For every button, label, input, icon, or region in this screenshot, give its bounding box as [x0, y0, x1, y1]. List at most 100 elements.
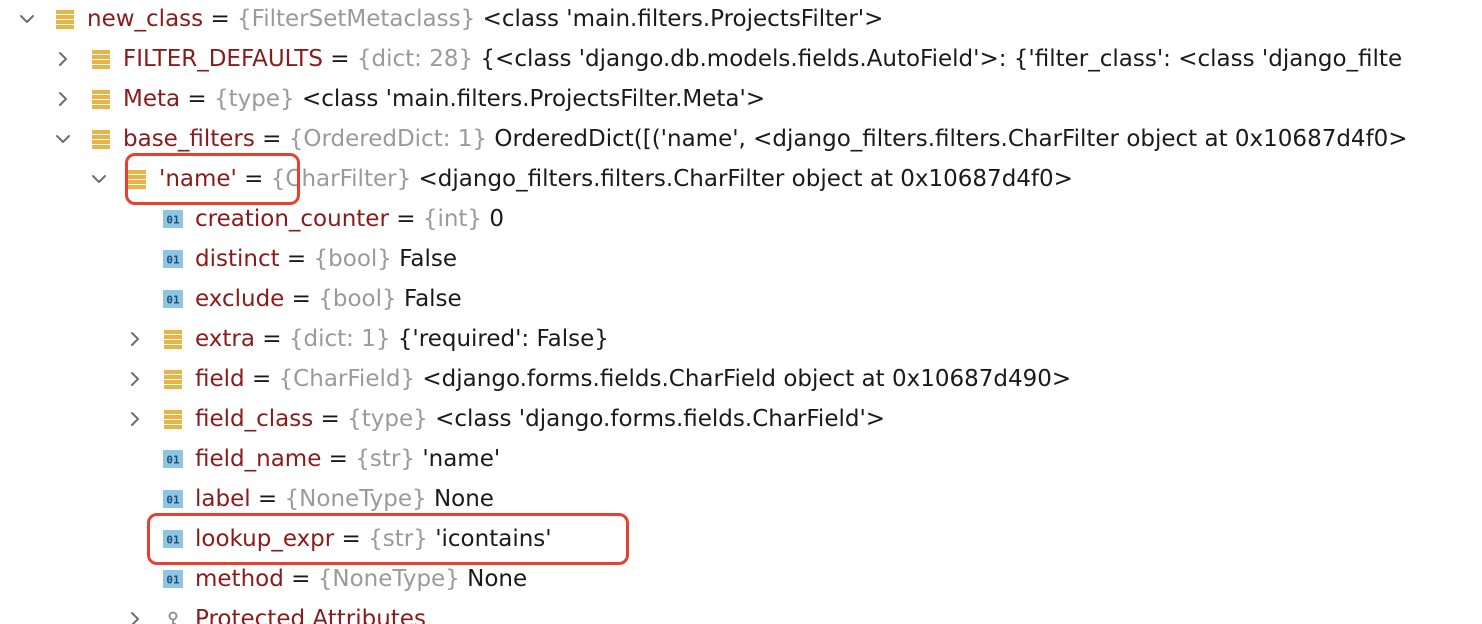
variable-name: new_class [87, 6, 204, 32]
equals-sign: = [180, 86, 215, 112]
variable-type: {str} [368, 526, 428, 552]
variable-type: {type} [214, 86, 295, 112]
primitive-icon: 01 [163, 290, 183, 308]
equals-sign: = [388, 206, 423, 232]
tree-row-text: extra = {dict: 1} {'required': False} [195, 324, 609, 354]
variable-name: creation_counter [195, 206, 389, 232]
svg-text:01: 01 [166, 534, 180, 547]
equals-sign: = [254, 126, 289, 152]
tree-row-distinct[interactable]: 01 distinct = {bool} False [0, 240, 1482, 280]
variable-value: False [399, 246, 457, 272]
tree-row-creation-counter[interactable]: 01 creation_counter = {int} 0 [0, 200, 1482, 240]
variable-value: 'icontains' [435, 526, 552, 552]
variable-type: {bool} [318, 286, 397, 312]
chevron-right-icon[interactable] [126, 330, 144, 348]
variable-value: <class 'main.filters.ProjectsFilter.Meta… [301, 86, 766, 112]
equals-sign: = [284, 286, 319, 312]
chevron-down-icon[interactable] [18, 10, 36, 28]
svg-text:01: 01 [166, 294, 180, 307]
tree-row-text: exclude = {bool} False [195, 284, 462, 314]
tree-row-extra[interactable]: extra = {dict: 1} {'required': False} [0, 320, 1482, 360]
tree-row-meta[interactable]: Meta = {type} <class 'main.filters.Proje… [0, 80, 1482, 120]
variable-name: 'name' [159, 166, 237, 192]
tree-row-text: field = {CharField} <django.forms.fields… [195, 364, 1071, 394]
variable-type: {OrderedDict: 1} [288, 126, 488, 152]
variable-name: lookup_expr [195, 526, 335, 552]
tree-row-protected-attributes[interactable]: Protected Attributes [0, 600, 1482, 624]
tree-row-text: creation_counter = {int} 0 [195, 204, 504, 234]
chevron-right-icon[interactable] [54, 50, 72, 68]
variable-name: base_filters [123, 126, 255, 152]
tree-row-filter-defaults[interactable]: FILTER_DEFAULTS = {dict: 28} {<class 'dj… [0, 40, 1482, 80]
tree-row-method[interactable]: 01 method = {NoneType} None [0, 560, 1482, 600]
tree-row-text: Protected Attributes [195, 604, 426, 624]
tree-row-base-filters[interactable]: base_filters = {OrderedDict: 1} OrderedD… [0, 120, 1482, 160]
tree-row-text: FILTER_DEFAULTS = {dict: 28} {<class 'dj… [123, 44, 1402, 74]
svg-text:01: 01 [166, 494, 180, 507]
equals-sign: = [244, 366, 279, 392]
variable-type: {type} [347, 406, 428, 432]
variable-value: False [403, 286, 462, 312]
variable-value: OrderedDict([('name', <django_filters.fi… [494, 126, 1408, 152]
svg-text:01: 01 [166, 254, 180, 267]
tree-row-exclude[interactable]: 01 exclude = {bool} False [0, 280, 1482, 320]
chevron-right-icon[interactable] [126, 370, 144, 388]
primitive-icon: 01 [163, 250, 183, 268]
variable-name: Meta [123, 86, 181, 112]
svg-text:01: 01 [166, 214, 180, 227]
chevron-right-icon[interactable] [126, 610, 144, 624]
equals-sign: = [322, 46, 357, 72]
variable-value: 'name' [422, 446, 501, 472]
protected-icon [168, 611, 178, 624]
list-icon [164, 410, 182, 429]
list-icon [164, 370, 182, 389]
chevron-right-icon[interactable] [126, 410, 144, 428]
tree-row-text: new_class = {FilterSetMetaclass} <class … [87, 4, 883, 34]
tree-row-name[interactable]: 'name' = {CharFilter} <django_filters.fi… [0, 160, 1482, 200]
equals-sign: = [236, 166, 271, 192]
tree-row-text: lookup_expr = {str} 'icontains' [195, 524, 552, 554]
variable-name: distinct [195, 246, 280, 272]
variable-name: field_name [195, 446, 322, 472]
tree-row-field-name[interactable]: 01 field_name = {str} 'name' [0, 440, 1482, 480]
variable-value: {'required': False} [397, 326, 609, 352]
tree-row-text: 'name' = {CharFilter} <django_filters.fi… [159, 164, 1073, 194]
list-icon [92, 130, 110, 149]
variable-type: {CharField} [278, 366, 416, 392]
variable-type: {int} [422, 206, 483, 232]
svg-text:01: 01 [166, 454, 180, 467]
variable-type: {CharFilter} [270, 166, 412, 192]
equals-sign: = [254, 326, 289, 352]
tree-row-lookup-expr[interactable]: 01 lookup_expr = {str} 'icontains' [0, 520, 1482, 560]
list-icon [128, 170, 146, 189]
variable-name: FILTER_DEFAULTS [123, 46, 323, 72]
chevron-right-icon[interactable] [54, 90, 72, 108]
variable-name: exclude [195, 286, 285, 312]
primitive-icon: 01 [163, 450, 183, 468]
tree-row-text: method = {NoneType} None [195, 564, 527, 594]
primitive-icon: 01 [163, 490, 183, 508]
tree-row-field-class[interactable]: field_class = {type} <class 'django.form… [0, 400, 1482, 440]
primitive-icon: 01 [163, 210, 183, 228]
variable-type: {NoneType} [284, 486, 427, 512]
tree-row-label[interactable]: 01 label = {NoneType} None [0, 480, 1482, 520]
chevron-down-icon[interactable] [90, 170, 108, 188]
variable-value: None [467, 566, 528, 592]
variable-type: {dict: 28} [356, 46, 474, 72]
variable-type: {NoneType} [317, 566, 460, 592]
chevron-down-icon[interactable] [54, 130, 72, 148]
tree-row-text: field_class = {type} <class 'django.form… [195, 404, 885, 434]
svg-text:01: 01 [166, 574, 180, 587]
list-icon [56, 10, 74, 29]
variable-type: {bool} [313, 246, 392, 272]
list-icon [92, 50, 110, 69]
tree-row-field[interactable]: field = {CharField} <django.forms.fields… [0, 360, 1482, 400]
tree-row-new-class[interactable]: new_class = {FilterSetMetaclass} <class … [0, 0, 1482, 40]
